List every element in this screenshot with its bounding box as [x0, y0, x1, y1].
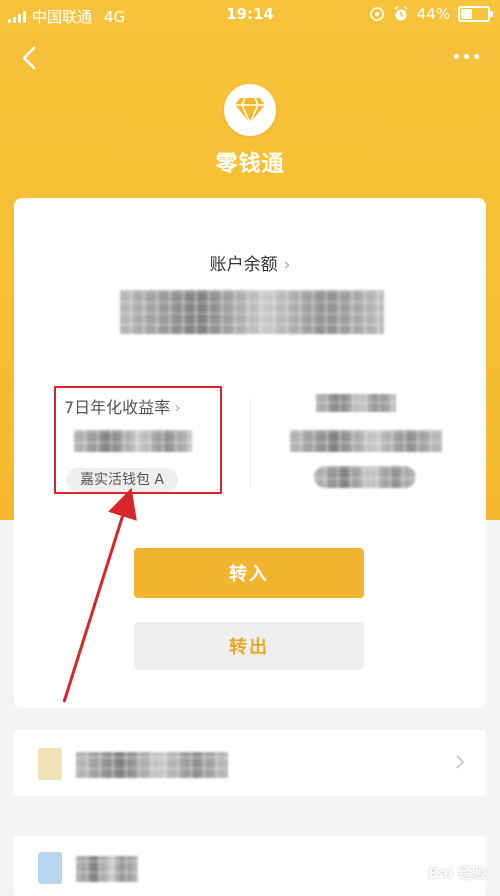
nav-bar [0, 36, 500, 80]
chevron-right-icon: › [283, 255, 291, 275]
balance-card: 账户余额 › 7日年化收益率 › 嘉实活钱包 A 转入 转出 [14, 198, 486, 708]
divider [250, 398, 251, 488]
row-icon [38, 852, 62, 884]
row-text-blurred [76, 856, 138, 882]
status-right: 44% [369, 5, 493, 23]
list-item[interactable] [14, 730, 486, 796]
battery-icon [458, 6, 493, 22]
balance-amount-blurred [120, 290, 384, 334]
watermark: Bai 经验 [428, 866, 486, 882]
row-icon [38, 748, 62, 780]
balance-label-text: 账户余额 [209, 255, 278, 275]
brand-title: 零钱通 [215, 152, 285, 177]
rotation-lock-icon [369, 7, 384, 21]
income-badge-blurred [314, 466, 416, 488]
income-label-blurred [316, 394, 396, 412]
chevron-left-icon[interactable] [14, 42, 46, 74]
diamond-icon [224, 84, 276, 136]
more-dots-icon[interactable] [454, 46, 484, 66]
annotation-highlight-box [54, 386, 222, 494]
balance-label[interactable]: 账户余额 › [14, 250, 486, 275]
transfer-out-button[interactable]: 转出 [134, 622, 364, 670]
alarm-icon [394, 6, 408, 21]
transfer-in-button[interactable]: 转入 [134, 548, 364, 598]
battery-percent: 44% [416, 5, 450, 23]
list-item[interactable] [14, 836, 486, 896]
row-text-blurred [76, 752, 228, 778]
chevron-right-icon [456, 755, 465, 769]
income-value-blurred [290, 430, 442, 452]
status-bar: 中国联通 4G 19:14 44% [0, 0, 500, 30]
